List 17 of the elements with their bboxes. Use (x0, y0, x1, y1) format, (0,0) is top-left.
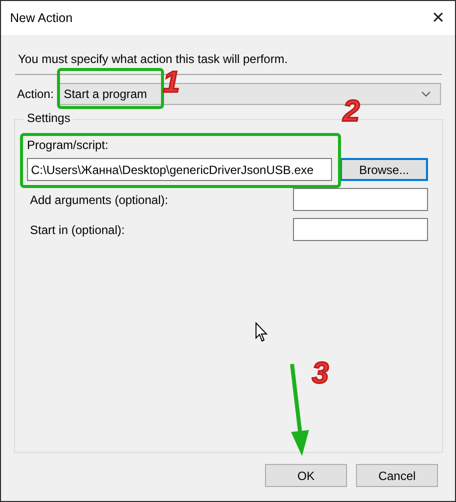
browse-button[interactable]: Browse... (340, 158, 428, 181)
settings-title: Settings (24, 111, 74, 125)
action-label: Action: (17, 87, 54, 101)
start-in-field[interactable] (293, 218, 428, 241)
close-button[interactable]: ✕ (421, 1, 455, 35)
program-label: Program/script: (27, 138, 110, 152)
instruction-text: You must specify what action this task will perform. (17, 51, 289, 66)
arguments-field[interactable] (293, 188, 428, 211)
cancel-button[interactable]: Cancel (356, 464, 438, 487)
step-number: 3 (312, 359, 329, 389)
arguments-label: Add arguments (optional): (30, 192, 168, 206)
ok-button[interactable]: OK (265, 464, 347, 487)
start-in-label: Start in (optional): (30, 222, 125, 236)
program-field[interactable]: C:\Users\Жанна\Desktop\genericDriverJsonUSB.exe (27, 158, 332, 181)
caret-icon (421, 91, 431, 97)
cursor-icon (255, 322, 268, 343)
window-title: New Action (10, 11, 73, 25)
